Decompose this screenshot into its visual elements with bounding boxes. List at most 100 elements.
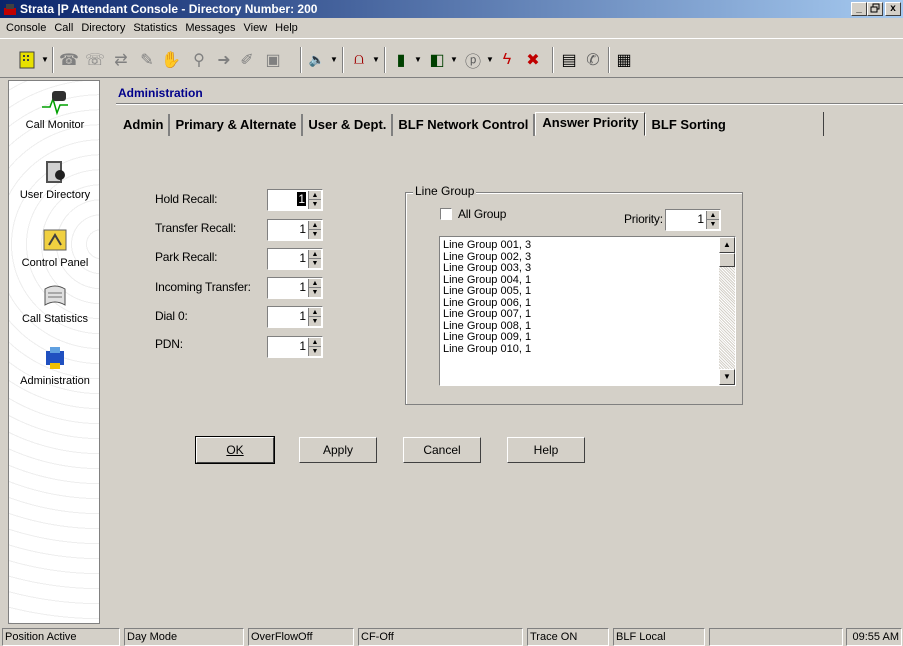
sidebar-item-call-statistics[interactable]: Call Statistics	[9, 281, 99, 325]
list-item[interactable]: Line Group 010, 1	[443, 343, 713, 356]
help-button[interactable]: Help	[507, 437, 585, 463]
restore-button[interactable]	[867, 2, 883, 16]
flash-icon[interactable]: ϟ	[496, 49, 518, 71]
tab-primary-alternate[interactable]: Primary & Alternate	[170, 114, 304, 136]
keypad-icon[interactable]	[16, 49, 38, 71]
menu-call[interactable]: Call	[50, 22, 77, 34]
list-item[interactable]: Line Group 001, 3	[443, 239, 713, 252]
pickup-icon[interactable]: ✎	[136, 49, 158, 71]
notes-icon[interactable]: ▤	[558, 49, 580, 71]
sidebar-item-control-panel[interactable]: Control Panel	[9, 225, 99, 269]
menu-statistics[interactable]: Statistics	[129, 22, 181, 34]
up-arrow-icon[interactable]: ▲	[707, 211, 719, 220]
transfer-recall-spinner[interactable]: 1 ▲ ▼	[267, 219, 323, 241]
conference-icon[interactable]: ☏	[84, 49, 106, 71]
minimize-button[interactable]: _	[851, 2, 867, 16]
tab-user-dept[interactable]: User & Dept.	[303, 114, 394, 136]
dial-0-spinner[interactable]: 1 ▲ ▼	[267, 306, 323, 328]
list-scrollbar[interactable]: ▲ ▼	[719, 237, 735, 385]
attach-icon[interactable]: ✆	[582, 49, 604, 71]
cancel-button[interactable]: Cancel	[403, 437, 481, 463]
door-open-icon[interactable]: ◧	[426, 49, 448, 71]
speaker-icon[interactable]: 🔈	[306, 49, 328, 71]
down-arrow-icon[interactable]: ▼	[707, 220, 719, 229]
sidebar-item-administration[interactable]: Administration	[9, 343, 99, 387]
headset-icon[interactable]: ⩍	[348, 49, 370, 71]
tab-blf-sorting[interactable]: BLF Sorting	[645, 114, 730, 136]
menu-messages[interactable]: Messages	[181, 22, 239, 34]
down-arrow-icon[interactable]: ▼	[309, 288, 321, 297]
down-arrow-icon[interactable]: ▼	[309, 347, 321, 356]
park-icon[interactable]: ⚲	[188, 49, 210, 71]
down-arrow-icon[interactable]: ▼	[309, 230, 321, 239]
priority-spinner[interactable]: 1 ▲ ▼	[665, 209, 721, 231]
apply-button[interactable]: Apply	[299, 437, 377, 463]
scroll-thumb[interactable]	[719, 253, 735, 267]
up-arrow-icon[interactable]: ▲	[309, 191, 321, 200]
close-button[interactable]: x	[885, 2, 901, 16]
down-arrow-icon[interactable]: ▼	[309, 259, 321, 268]
divider	[116, 103, 903, 105]
hold-recall-spinner[interactable]: 1 ▲ ▼	[267, 189, 323, 211]
tab-blf-network-control[interactable]: BLF Network Control	[393, 114, 536, 136]
all-group-label[interactable]: All Group	[458, 207, 506, 221]
record-icon[interactable]: ✐	[236, 49, 258, 71]
headset-dropdown-icon[interactable]: ▼	[372, 55, 380, 64]
line-group-title: Line Group	[413, 184, 477, 198]
down-arrow-icon[interactable]: ▼	[309, 200, 321, 209]
menu-view[interactable]: View	[239, 22, 271, 34]
transfer-icon[interactable]: ⇄	[110, 49, 132, 71]
spinner-arrows[interactable]: ▲ ▼	[308, 279, 321, 297]
menu-console[interactable]: Console	[2, 22, 50, 34]
door-dropdown-icon[interactable]: ▼	[414, 55, 422, 64]
title-bar[interactable]: Strata |P Attendant Console - Directory …	[0, 0, 903, 18]
ok-button[interactable]: OK	[195, 436, 275, 464]
menu-directory[interactable]: Directory	[77, 22, 129, 34]
tab-answer-priority[interactable]: Answer Priority	[535, 112, 646, 136]
spinner-arrows[interactable]: ▲ ▼	[706, 211, 719, 229]
scroll-down-icon[interactable]: ▼	[719, 369, 735, 385]
list-item[interactable]: Line Group 007, 1	[443, 308, 713, 321]
down-arrow-icon[interactable]: ▼	[309, 317, 321, 326]
status-position: Position Active	[2, 628, 120, 646]
up-arrow-icon[interactable]: ▲	[309, 279, 321, 288]
speaker-dropdown-icon[interactable]: ▼	[330, 55, 338, 64]
list-item[interactable]: Line Group 009, 1	[443, 331, 713, 344]
door-icon[interactable]: ▮	[390, 49, 412, 71]
sidebar-item-user-directory[interactable]: User Directory	[9, 157, 99, 201]
release-icon[interactable]: ✖	[522, 49, 544, 71]
park-recall-spinner[interactable]: 1 ▲ ▼	[267, 248, 323, 270]
spinner-arrows[interactable]: ▲ ▼	[308, 250, 321, 268]
line-group-list[interactable]: Line Group 001, 3 Line Group 002, 3 Line G…	[439, 236, 736, 386]
spinner-value: 1	[697, 212, 704, 226]
tab-admin[interactable]: Admin	[118, 114, 171, 136]
page-icon[interactable]: ▣	[262, 49, 284, 71]
list-item[interactable]: Line Group 005, 1	[443, 285, 713, 298]
up-arrow-icon[interactable]: ▲	[309, 250, 321, 259]
spinner-arrows[interactable]: ▲ ▼	[308, 221, 321, 239]
hold-icon[interactable]: ✋	[160, 49, 182, 71]
sidebar-item-call-monitor[interactable]: Call Monitor	[9, 87, 99, 131]
keypad-dropdown-icon[interactable]: ▼	[41, 55, 49, 64]
pdn-spinner[interactable]: 1 ▲ ▼	[267, 336, 323, 358]
door-open-dropdown-icon[interactable]: ▼	[450, 55, 458, 64]
dial-0-label: Dial 0:	[155, 309, 188, 323]
phone-icon[interactable]: ☎	[58, 49, 80, 71]
all-group-checkbox[interactable]	[440, 208, 452, 220]
incoming-transfer-spinner[interactable]: 1 ▲ ▼	[267, 277, 323, 299]
park-orbit-icon[interactable]: ⓟ	[462, 49, 484, 71]
spinner-arrows[interactable]: ▲ ▼	[308, 191, 321, 209]
spinner-arrows[interactable]: ▲ ▼	[308, 308, 321, 326]
menu-help[interactable]: Help	[271, 22, 302, 34]
calculator-icon[interactable]: ▦	[613, 49, 635, 71]
up-arrow-icon[interactable]: ▲	[309, 338, 321, 347]
window-title: Strata |P Attendant Console - Directory …	[20, 2, 318, 16]
park-orbit-dropdown-icon[interactable]: ▼	[486, 55, 494, 64]
list-item[interactable]: Line Group 003, 3	[443, 262, 713, 275]
up-arrow-icon[interactable]: ▲	[309, 308, 321, 317]
scroll-up-icon[interactable]: ▲	[719, 237, 735, 253]
spinner-arrows[interactable]: ▲ ▼	[308, 338, 321, 356]
status-blf: BLF Local	[613, 628, 705, 646]
up-arrow-icon[interactable]: ▲	[309, 221, 321, 230]
forward-icon[interactable]: ➜	[213, 49, 235, 71]
